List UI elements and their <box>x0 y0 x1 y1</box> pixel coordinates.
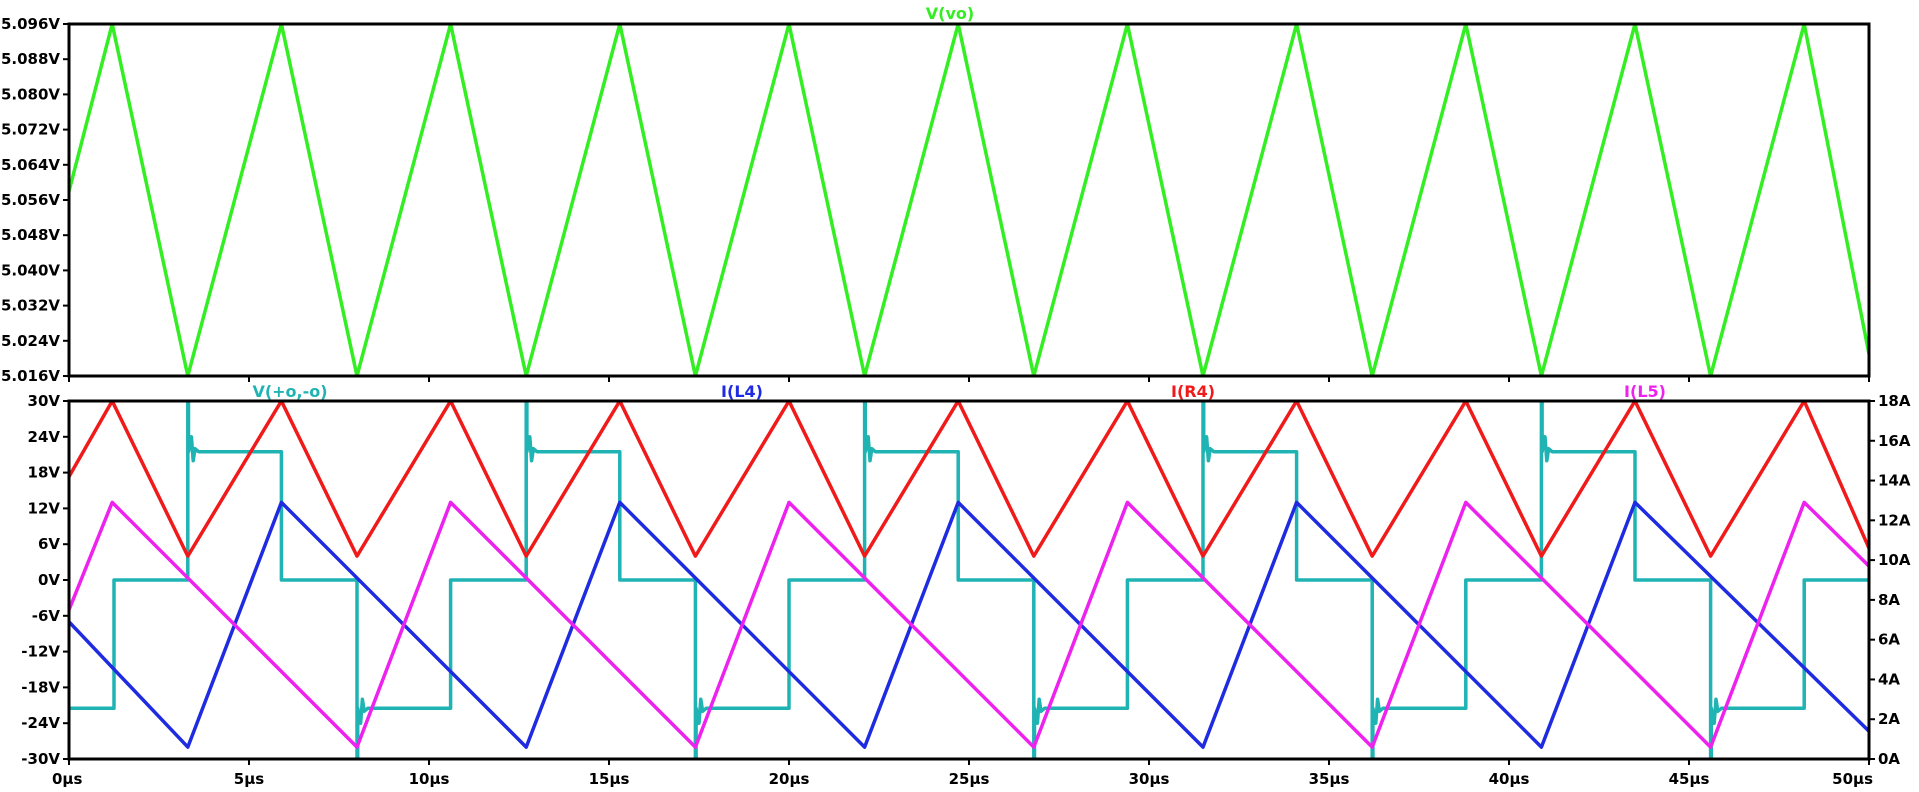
trace-i-r4[interactable] <box>69 401 1869 558</box>
top-y-tick-label: 5.096V <box>1 15 60 33</box>
bottom-right-y-axis-ticks: 0A 2A 4A 6A 8A 10A 12A 14A 16A 18A <box>1869 392 1911 768</box>
x-tick-label: 20µs <box>769 770 810 788</box>
top-y-tick-label: 5.040V <box>1 261 60 279</box>
x-tick-label: 15µs <box>589 770 630 788</box>
top-y-tick-label: 5.032V <box>1 297 60 315</box>
bottom-right-y-tick-label: 4A <box>1878 670 1900 688</box>
x-tick-label: 45µs <box>1669 770 1710 788</box>
bottom-left-y-tick-label: -18V <box>21 678 60 696</box>
top-y-tick-label: 5.056V <box>1 191 60 209</box>
bottom-left-y-tick-label: 30V <box>28 392 61 410</box>
bottom-right-y-tick-label: 12A <box>1878 511 1911 529</box>
bottom-right-y-tick-label: 2A <box>1878 710 1900 728</box>
x-tick-label: 30µs <box>1129 770 1170 788</box>
bottom-left-y-tick-label: -30V <box>21 750 60 768</box>
legend-v-diff[interactable]: V(+o,-o) <box>252 382 327 401</box>
top-y-tick-label: 5.016V <box>1 367 60 385</box>
bottom-right-y-tick-label: 8A <box>1878 591 1900 609</box>
bottom-left-y-tick-label: 12V <box>28 499 61 517</box>
top-y-tick-label: 5.072V <box>1 121 60 139</box>
trace-v-vo[interactable] <box>69 24 1869 376</box>
x-tick-label: 40µs <box>1489 770 1530 788</box>
legend-i-r4[interactable]: I(R4) <box>1171 382 1215 401</box>
bottom-left-y-tick-label: -12V <box>21 643 60 661</box>
trace-i-l5[interactable] <box>69 500 1869 749</box>
top-y-tick-label: 5.048V <box>1 226 60 244</box>
waveform-viewer: V(vo) 5.016V 5.024V 5.032V 5.040V 5.048V 5.05… <box>1 4 1911 788</box>
x-tick-label: 0µs <box>52 770 82 788</box>
bottom-left-y-axis-ticks: -30V -24V -18V -12V -6V 0V 6V 12V 18V 24V 30V <box>21 392 69 768</box>
legend-v-vo[interactable]: V(vo) <box>926 4 974 23</box>
bottom-left-y-tick-label: 6V <box>38 535 60 553</box>
bottom-right-y-tick-label: 14A <box>1878 472 1911 490</box>
bottom-traces <box>69 401 1869 759</box>
bottom-right-y-tick-label: 0A <box>1878 750 1900 768</box>
bottom-right-y-tick-label: 10A <box>1878 551 1911 569</box>
bottom-right-y-tick-label: 18A <box>1878 392 1911 410</box>
legend-i-l5[interactable]: I(L5) <box>1624 382 1666 401</box>
bottom-plot-pane[interactable]: V(+o,-o) I(L4) I(R4) I(L5) -30V-24V-18V-… <box>21 382 1911 768</box>
top-plot-pane[interactable]: V(vo) 5.016V 5.024V 5.032V 5.040V 5.048V 5.05… <box>1 4 1871 385</box>
top-y-tick-label: 5.024V <box>1 332 60 350</box>
top-traces <box>69 24 1869 376</box>
trace-v-diff[interactable] <box>69 401 1869 759</box>
x-tick-label: 35µs <box>1309 770 1350 788</box>
x-tick-label: 5µs <box>234 770 264 788</box>
bottom-right-y-tick-label: 6A <box>1878 631 1900 649</box>
bottom-left-y-tick-label: 0V <box>38 571 60 589</box>
bottom-right-y-tick-label: 16A <box>1878 432 1911 450</box>
top-y-tick-label: 5.088V <box>1 50 60 68</box>
x-tick-label: 50µs <box>1832 770 1873 788</box>
x-axis-ticks: 0µs 5µs 10µs 15µs 20µs 25µs 30µs 35µs 40µs 45µs 50… <box>52 376 1873 788</box>
top-y-tick-label: 5.080V <box>1 85 60 103</box>
x-tick-label: 10µs <box>409 770 450 788</box>
x-tick-label: 25µs <box>949 770 990 788</box>
bottom-left-y-tick-label: -6V <box>32 607 61 625</box>
legend-i-l4[interactable]: I(L4) <box>721 382 763 401</box>
bottom-left-y-tick-label: 24V <box>28 428 61 446</box>
bottom-left-y-tick-label: -24V <box>21 714 60 732</box>
trace-i-l4[interactable] <box>69 500 1869 749</box>
top-y-axis-ticks: 5.016V 5.024V 5.032V 5.040V 5.048V 5.056V 5.06… <box>1 15 69 385</box>
bottom-left-y-tick-label: 18V <box>28 464 61 482</box>
top-y-tick-label: 5.064V <box>1 156 60 174</box>
